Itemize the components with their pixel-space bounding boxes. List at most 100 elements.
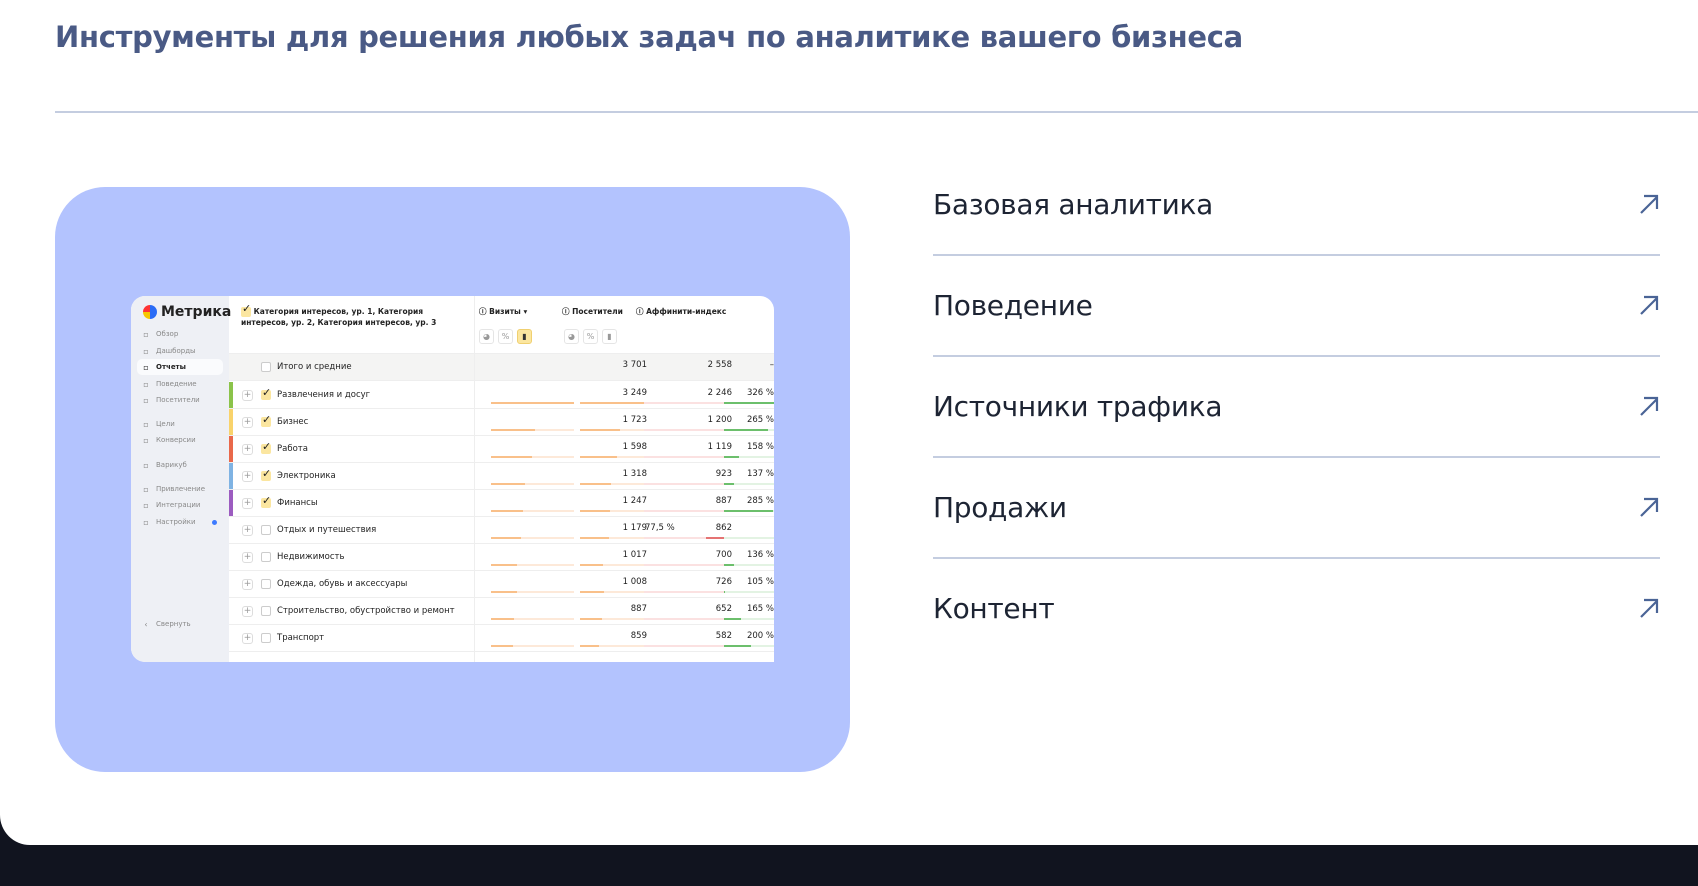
row-checkbox[interactable] (261, 362, 271, 372)
row-checkbox[interactable] (261, 525, 271, 535)
notification-dot (212, 519, 217, 525)
bar-chart-icon[interactable]: ▮ (602, 329, 617, 344)
sidebar: Метрика ▫ Обзор ▫ Дашборды ▫ Отчеты ▫ Поведение… (131, 296, 232, 662)
collapse-button[interactable]: ‹ Свернуть (137, 616, 223, 632)
table-row[interactable]: + Строительство, обустройство и ремонт 8… (229, 598, 774, 625)
row-checkbox[interactable] (261, 494, 271, 508)
pie-chart-icon[interactable]: ◕ (564, 329, 579, 344)
sidebar-item[interactable]: ▫ Дашборды (137, 343, 223, 359)
row-visitors: 923 (715, 469, 732, 479)
sidebar-item[interactable]: ▫ Поведение (137, 376, 223, 392)
expand-icon[interactable]: + (242, 444, 253, 455)
sidebar-item[interactable]: ▫ Интеграции (137, 497, 223, 513)
row-checkbox[interactable] (261, 606, 271, 616)
row-checkbox[interactable] (261, 386, 271, 400)
sidebar-item[interactable]: ▫ Отчеты (137, 359, 223, 375)
expand-icon[interactable]: + (242, 525, 253, 536)
column-visits-label: Визиты (489, 307, 521, 316)
affinity-bar (644, 510, 774, 512)
sidebar-item[interactable]: ▫ Посетители (137, 392, 223, 408)
row-visitors: 652 (715, 604, 732, 614)
affinity-bar (644, 483, 774, 485)
table-row[interactable]: + Бизнес 1 723 1 200 265 % (229, 409, 774, 436)
expand-icon[interactable]: + (242, 417, 253, 428)
section-link[interactable]: Поведение (933, 256, 1660, 357)
expand-icon[interactable]: + (242, 552, 253, 563)
sidebar-item[interactable]: ▫ Варикуб (137, 457, 223, 473)
column-visits[interactable]: ⓘ Визиты ▾ (479, 306, 527, 317)
logo-text: Метрика (161, 304, 232, 320)
affinity-bar (644, 564, 774, 566)
play-icon: ▫ (143, 379, 149, 389)
expand-icon[interactable]: + (242, 390, 253, 401)
row-label: Строительство, обустройство и ремонт (277, 606, 455, 616)
affinity-bar (644, 402, 774, 404)
header-checkbox[interactable] (241, 303, 251, 317)
sidebar-item-label: Дашборды (156, 347, 196, 355)
bar-chart-icon[interactable]: ▮ (517, 329, 532, 344)
column-visitors[interactable]: ⓘ Посетители (562, 306, 623, 317)
row-visitors: 1 200 (707, 415, 732, 425)
row-checkbox[interactable] (261, 633, 271, 643)
row-checkbox[interactable] (261, 579, 271, 589)
sidebar-item[interactable]: ▫ Настройки (137, 514, 223, 530)
affinity-bar (644, 537, 774, 539)
collapse-label: Свернуть (156, 620, 191, 628)
arrow-up-right-icon (1640, 497, 1659, 517)
divider (55, 111, 1698, 113)
expand-icon[interactable]: + (242, 498, 253, 509)
row-checkbox[interactable] (261, 552, 271, 562)
column-affinity[interactable]: ⓘ Аффинити-индекс (636, 306, 726, 317)
expand-icon[interactable]: + (242, 633, 253, 644)
section-label: Базовая аналитика (933, 188, 1213, 221)
total-visits: 3 701 (622, 360, 647, 370)
grid-icon: ▫ (143, 329, 149, 339)
row-checkbox[interactable] (261, 440, 271, 454)
percent-icon[interactable]: % (498, 329, 513, 344)
section-link[interactable]: Контент (933, 559, 1660, 660)
row-visits: 3 249 (622, 388, 647, 398)
section-link[interactable]: Базовая аналитика (933, 155, 1660, 256)
sort-icon: ▾ (523, 307, 528, 316)
affinity-bar (644, 591, 774, 593)
row-affinity: 105 % (746, 577, 774, 587)
row-visitors: 582 (715, 631, 732, 641)
table-row[interactable]: + Одежда, обувь и аксессуары 1 008 726 1… (229, 571, 774, 598)
section-link[interactable]: Источники трафика (933, 357, 1660, 458)
row-checkbox[interactable] (261, 413, 271, 427)
row-visits: 1 017 (622, 550, 647, 560)
section-link[interactable]: Продажи (933, 458, 1660, 559)
row-label: Транспорт (277, 633, 325, 643)
table-row[interactable]: + Недвижимость 1 017 700 136 % (229, 544, 774, 571)
row-affinity: 265 % (746, 415, 774, 425)
column-visitors-label: Посетители (572, 307, 623, 316)
table-row[interactable]: + Работа 1 598 1 119 158 % (229, 436, 774, 463)
table-row[interactable]: + Электроника 1 318 923 137 % (229, 463, 774, 490)
visits-bar (491, 483, 574, 485)
column-affinity-label: Аффинити-индекс (646, 307, 727, 316)
sidebar-item[interactable]: ▫ Обзор (137, 326, 223, 342)
sidebar-item[interactable]: ▫ Привлечение (137, 481, 223, 497)
percent-icon[interactable]: % (583, 329, 598, 344)
table-row[interactable]: + Транспорт 859 582 200 % (229, 625, 774, 652)
table-row[interactable]: + Развлечения и досуг 3 249 2 246 326 % (229, 382, 774, 409)
visits-bar (491, 429, 574, 431)
sidebar-item-label: Конверсии (156, 436, 196, 444)
row-visits: 1 723 (622, 415, 647, 425)
pie-chart-icon[interactable]: ◕ (479, 329, 494, 344)
table-row[interactable]: + Финансы 1 247 887 285 % (229, 490, 774, 517)
row-checkbox[interactable] (261, 467, 271, 481)
expand-icon[interactable]: + (242, 579, 253, 590)
row-color-strip (229, 436, 233, 462)
group-header: Категория интересов, ур. 1, Категория ин… (241, 303, 471, 328)
row-color-strip (229, 409, 233, 435)
sidebar-item[interactable]: ▫ Цели (137, 416, 223, 432)
table-row[interactable]: + Отдых и путешествия 1 179 862 77,5 % (229, 517, 774, 544)
expand-icon[interactable]: + (242, 606, 253, 617)
row-affinity: 158 % (746, 442, 774, 452)
row-visits: 887 (630, 604, 647, 614)
row-visitors: 2 246 (707, 388, 732, 398)
expand-icon[interactable]: + (242, 471, 253, 482)
sidebar-item[interactable]: ▫ Конверсии (137, 432, 223, 448)
row-affinity: 136 % (746, 550, 774, 560)
